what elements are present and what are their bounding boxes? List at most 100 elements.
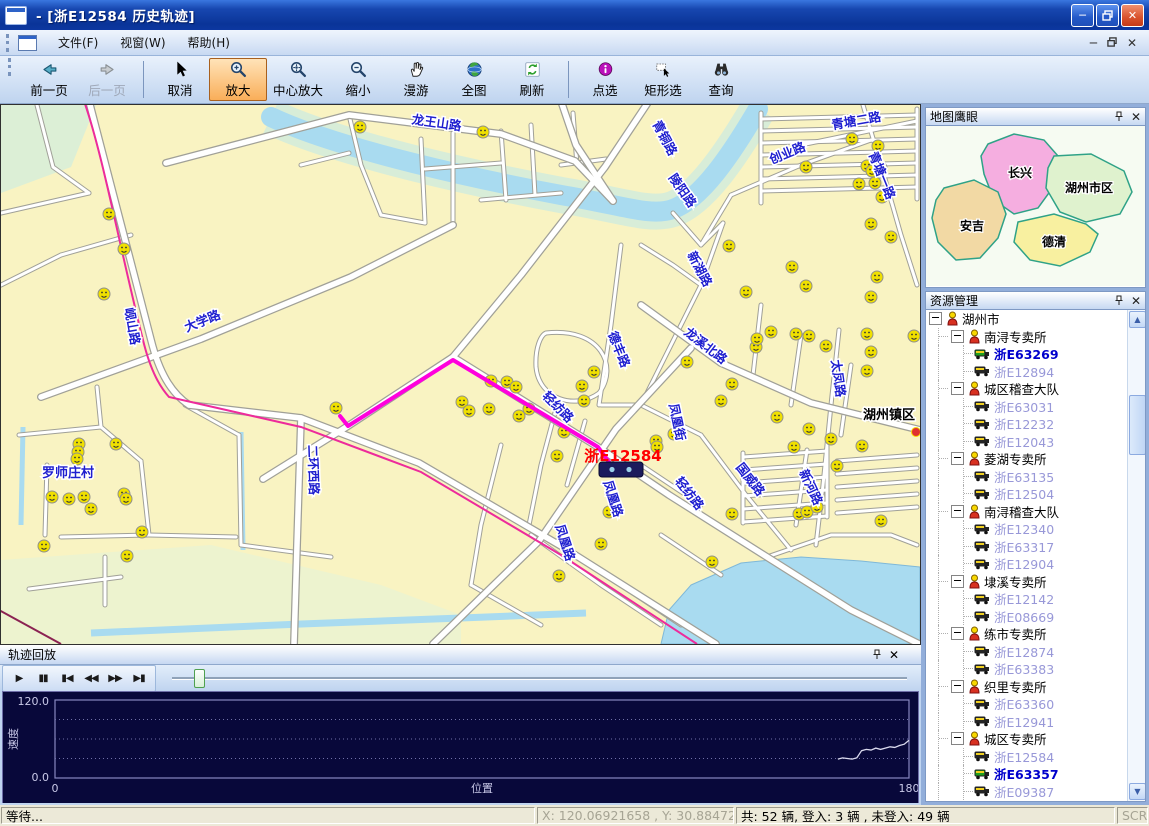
toolbar-button-binoculars[interactable]: 查询	[692, 58, 750, 101]
tree-vehicle[interactable]: 浙E12904	[926, 555, 1128, 573]
tree-group[interactable]: 菱湖专卖所	[926, 450, 1128, 468]
toolbar-button-zoom-out[interactable]: 缩小	[329, 58, 387, 101]
tree-scrollbar[interactable]: ▲ ▼	[1127, 310, 1145, 801]
fast-forward-button[interactable]: ▶▶	[103, 668, 127, 689]
playback-header[interactable]: 轨迹回放 ✕	[0, 645, 921, 665]
restore-button[interactable]	[1096, 4, 1119, 27]
smiley-marker-icon[interactable]	[121, 550, 133, 562]
toolbar-grip-2[interactable]	[8, 58, 14, 76]
smiley-marker-icon[interactable]	[576, 380, 588, 392]
resource-header[interactable]: 资源管理 ✕	[925, 291, 1146, 310]
smiley-marker-icon[interactable]	[588, 366, 600, 378]
minimize-button[interactable]: ─	[1071, 4, 1094, 27]
smiley-marker-icon[interactable]	[803, 330, 815, 342]
smiley-marker-icon[interactable]	[63, 493, 75, 505]
smiley-marker-icon[interactable]	[871, 271, 883, 283]
smiley-marker-icon[interactable]	[825, 433, 837, 445]
toolbar-button-zoom-in[interactable]: 放大	[209, 58, 267, 101]
toolbar-button-globe[interactable]: 全图	[445, 58, 503, 101]
vehicle-tree[interactable]: 湖州市南浔专卖所浙E63269浙E12894城区稽查大队浙E63031浙E122…	[926, 310, 1128, 801]
tree-vehicle[interactable]: 浙E63031	[926, 398, 1128, 416]
smiley-marker-icon[interactable]	[740, 286, 752, 298]
tree-vehicle[interactable]: 浙E08669	[926, 608, 1128, 626]
expand-icon[interactable]	[951, 330, 964, 343]
mdi-minimize-button[interactable]: ─	[1090, 37, 1097, 49]
toolbar-button-zoom-center[interactable]: 中心放大	[267, 58, 329, 101]
mdi-close-button[interactable]: ✕	[1127, 37, 1137, 49]
toolbar-button-rect-select[interactable]: 矩形选	[634, 58, 692, 101]
tree-group[interactable]: 南浔专卖所	[926, 328, 1128, 346]
smiley-marker-icon[interactable]	[723, 240, 735, 252]
tree-root[interactable]: 湖州市	[926, 310, 1128, 328]
scroll-thumb[interactable]	[1129, 395, 1146, 455]
smiley-marker-icon[interactable]	[726, 378, 738, 390]
smiley-marker-icon[interactable]	[553, 570, 565, 582]
poi-badge-icon[interactable]	[912, 428, 921, 437]
smiley-marker-icon[interactable]	[788, 441, 800, 453]
smiley-marker-icon[interactable]	[706, 556, 718, 568]
smiley-marker-icon[interactable]	[71, 453, 83, 465]
smiley-marker-icon[interactable]	[885, 231, 897, 243]
pin-icon[interactable]	[872, 649, 882, 660]
expand-icon[interactable]	[951, 627, 964, 640]
tree-vehicle[interactable]: 浙E12874	[926, 643, 1128, 661]
smiley-marker-icon[interactable]	[510, 381, 522, 393]
tree-group[interactable]: 城区专卖所	[926, 730, 1128, 748]
step-end-button[interactable]: ▶▮	[127, 668, 151, 689]
smiley-marker-icon[interactable]	[861, 328, 873, 340]
slider-thumb[interactable]	[194, 669, 205, 688]
mdi-restore-button[interactable]	[1107, 37, 1117, 49]
toolbar-button-pan-hand[interactable]: 漫游	[387, 58, 445, 101]
scroll-down-icon[interactable]: ▼	[1129, 783, 1146, 800]
smiley-marker-icon[interactable]	[853, 178, 865, 190]
mdi-child-icon[interactable]	[18, 35, 37, 51]
smiley-marker-icon[interactable]	[865, 218, 877, 230]
eagle-eye-header[interactable]: 地图鹰眼 ✕	[925, 107, 1146, 126]
smiley-marker-icon[interactable]	[751, 333, 763, 345]
smiley-marker-icon[interactable]	[483, 403, 495, 415]
tree-vehicle[interactable]: 浙E63135	[926, 468, 1128, 486]
smiley-marker-icon[interactable]	[463, 405, 475, 417]
tree-vehicle[interactable]: 浙E12142	[926, 590, 1128, 608]
expand-icon[interactable]	[951, 452, 964, 465]
menu-help[interactable]: 帮助(H)	[177, 31, 241, 54]
smiley-marker-icon[interactable]	[477, 126, 489, 138]
smiley-marker-icon[interactable]	[98, 288, 110, 300]
smiley-marker-icon[interactable]	[771, 411, 783, 423]
smiley-marker-icon[interactable]	[551, 450, 563, 462]
eagle-eye-map[interactable]: 长兴湖州市区安吉德清	[926, 126, 1145, 286]
smiley-marker-icon[interactable]	[856, 440, 868, 452]
smiley-marker-icon[interactable]	[120, 493, 132, 505]
tree-vehicle[interactable]: 浙E12043	[926, 433, 1128, 451]
tree-vehicle[interactable]: 浙E12504	[926, 485, 1128, 503]
smiley-marker-icon[interactable]	[765, 326, 777, 338]
tree-group[interactable]: 织里专卖所	[926, 678, 1128, 696]
app-icon[interactable]	[5, 6, 27, 25]
close-pane-icon[interactable]: ✕	[1131, 111, 1141, 123]
pin-icon[interactable]	[1114, 111, 1124, 122]
smiley-marker-icon[interactable]	[908, 330, 920, 342]
smiley-marker-icon[interactable]	[790, 328, 802, 340]
map-viewport[interactable]: 龙王山路青铜路陵阳路创业路青塘二路青塘一路新湖路大学路岘山路德丰路龙溪北路轻纺路…	[0, 104, 921, 645]
tree-vehicle[interactable]: 浙E63317	[926, 538, 1128, 556]
tree-group[interactable]: 南浔稽查大队	[926, 503, 1128, 521]
eagle-eye-body[interactable]: 长兴湖州市区安吉德清	[925, 126, 1146, 288]
menu-file[interactable]: 文件(F)	[47, 31, 109, 54]
smiley-marker-icon[interactable]	[865, 291, 877, 303]
tree-vehicle[interactable]: 浙E63357	[926, 765, 1128, 783]
smiley-marker-icon[interactable]	[578, 395, 590, 407]
expand-icon[interactable]	[951, 382, 964, 395]
tree-vehicle[interactable]: 浙E09387	[926, 783, 1128, 801]
close-pane-icon[interactable]: ✕	[889, 648, 899, 662]
toolbar-button-cancel-cursor[interactable]: 取消	[151, 58, 209, 101]
smiley-marker-icon[interactable]	[831, 460, 843, 472]
smiley-marker-icon[interactable]	[681, 356, 693, 368]
rewind-button[interactable]: ◀◀	[79, 668, 103, 689]
smiley-marker-icon[interactable]	[786, 261, 798, 273]
smiley-marker-icon[interactable]	[800, 161, 812, 173]
smiley-marker-icon[interactable]	[595, 538, 607, 550]
slider-groove[interactable]	[172, 677, 907, 680]
smiley-marker-icon[interactable]	[78, 491, 90, 503]
smiley-marker-icon[interactable]	[330, 402, 342, 414]
toolbar-button-prev-page[interactable]: 前一页	[20, 58, 78, 101]
